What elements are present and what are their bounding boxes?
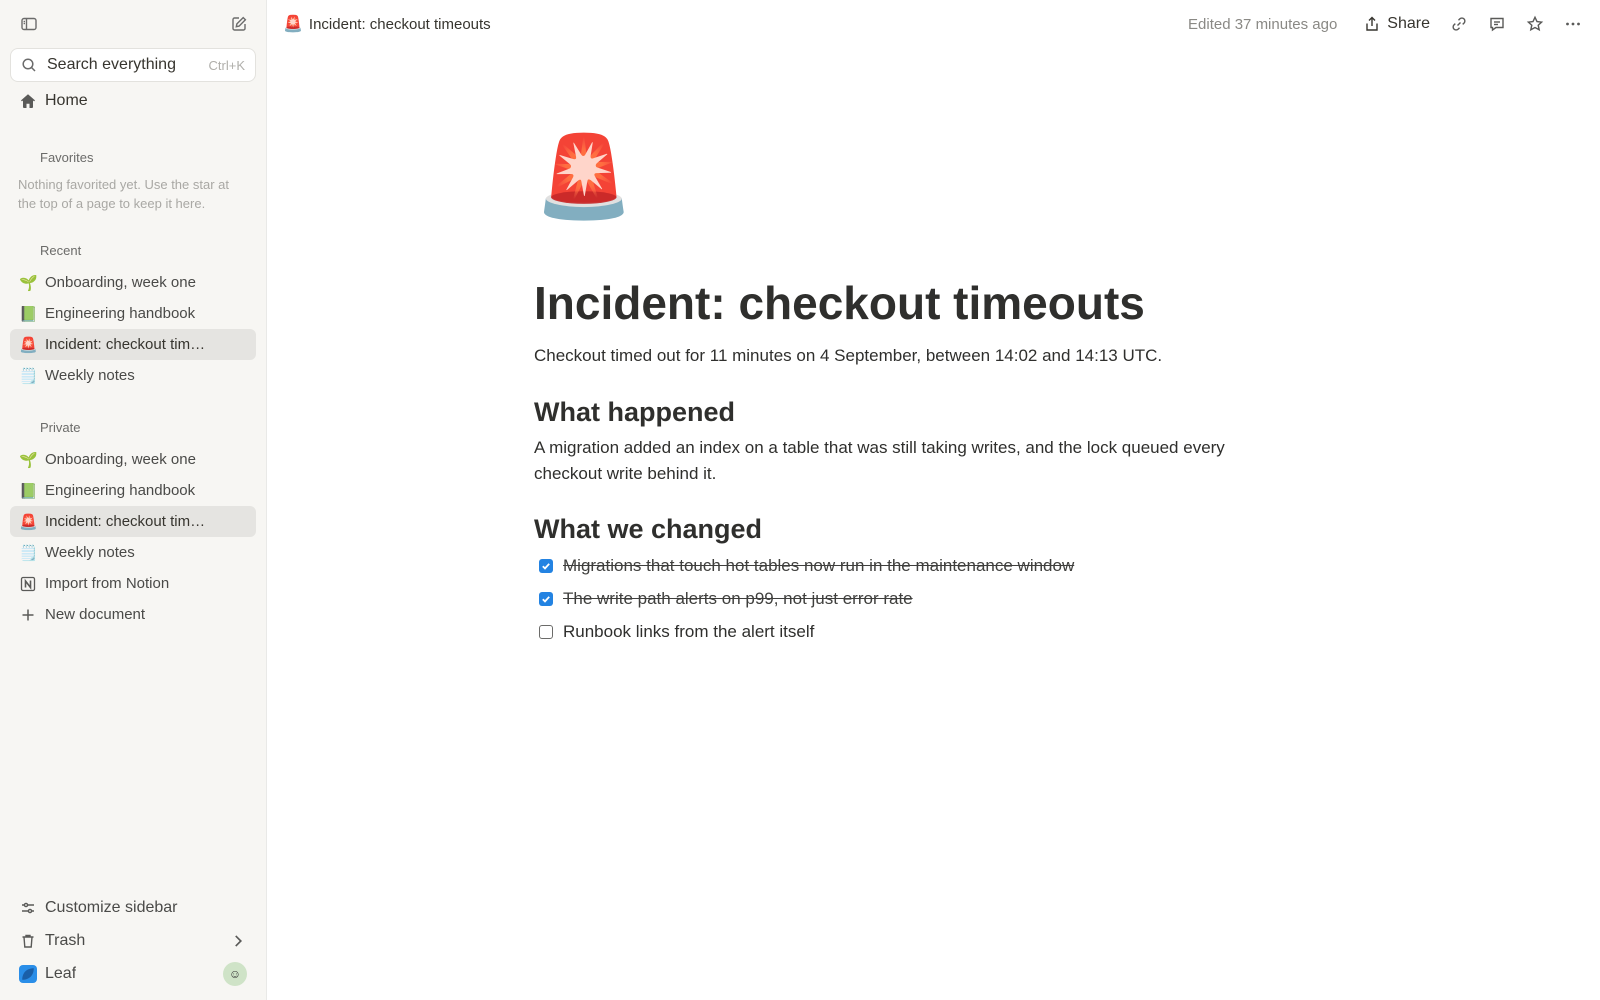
siren-icon: 🚨 <box>283 16 303 33</box>
share-button[interactable]: Share <box>1357 15 1436 33</box>
customize-sidebar-button[interactable]: Customize sidebar <box>10 891 256 924</box>
sidebar-item-weekly-notes[interactable]: 🗒️ Weekly notes <box>10 360 256 391</box>
share-icon <box>1366 16 1378 31</box>
sidebar: Search everything Ctrl+K Home Favorites … <box>0 0 267 1000</box>
home-icon <box>21 93 35 108</box>
avatar[interactable]: ☺ <box>223 961 247 986</box>
sidebar-item-label: Home <box>45 91 88 109</box>
search-icon <box>22 58 36 72</box>
new-document-button[interactable]: New document <box>10 599 256 630</box>
workspace-label: Leaf <box>45 964 77 982</box>
checkbox-checked[interactable] <box>539 592 553 606</box>
sidebar-item-label: Incident: checkout tim… <box>45 336 206 353</box>
main-content: 🚨 Incident: checkout timeouts Edited 37 … <box>267 0 1600 1000</box>
sidebar-item-weekly-notes[interactable]: 🗒️ Weekly notes <box>10 537 256 568</box>
notion-icon <box>20 576 36 591</box>
notepad-icon: 🗒️ <box>19 367 38 385</box>
what-happened-paragraph[interactable]: A migration added an index on a table th… <box>534 435 1274 487</box>
star-icon[interactable] <box>1520 9 1550 39</box>
sidebar-item-label: Onboarding, week one <box>45 274 196 291</box>
sidebar-item-label: Incident: checkout tim… <box>45 513 206 530</box>
notepad-icon: 🗒️ <box>19 544 38 562</box>
breadcrumb[interactable]: 🚨 Incident: checkout timeouts <box>283 14 491 34</box>
siren-icon: 🚨 <box>19 336 38 354</box>
link-icon[interactable] <box>1444 9 1474 39</box>
heading-what-happened[interactable]: What happened <box>534 397 735 428</box>
seedling-icon: 🌱 <box>19 451 38 469</box>
favorites-empty-hint: Nothing favorited yet. Use the star at t… <box>18 177 229 211</box>
more-options-icon[interactable] <box>1558 9 1588 39</box>
seedling-icon: 🌱 <box>19 274 38 292</box>
recent-section-title: Recent <box>40 242 82 258</box>
green-book-icon: 📗 <box>19 305 38 323</box>
import-label: Import from Notion <box>45 575 170 592</box>
checkbox-checked[interactable] <box>539 559 553 573</box>
new-page-icon[interactable] <box>226 11 252 37</box>
sidebar-item-label: Engineering handbook <box>45 305 196 322</box>
sidebar-item-onboarding[interactable]: 🌱 Onboarding, week one <box>10 444 256 475</box>
toggle-sidebar-icon[interactable] <box>16 11 42 37</box>
leaf-logo-icon <box>19 964 37 983</box>
trash-button[interactable]: Trash <box>10 924 256 957</box>
sidebar-footer: Customize sidebar Trash Leaf ☺ <box>0 891 266 990</box>
sliders-icon <box>22 902 34 913</box>
sidebar-item-label: Weekly notes <box>45 367 135 384</box>
topbar: 🚨 Incident: checkout timeouts Edited 37 … <box>267 0 1600 48</box>
edited-timestamp: Edited 37 minutes ago <box>1188 15 1338 33</box>
trash-icon <box>22 934 34 948</box>
trash-label: Trash <box>45 931 86 949</box>
plus-icon <box>22 609 34 620</box>
todo-text[interactable]: The write path alerts on p99, not just e… <box>563 589 913 609</box>
new-document-label: New document <box>45 606 146 623</box>
check-icon <box>542 563 550 570</box>
checkbox-unchecked[interactable] <box>539 625 553 639</box>
todo-item: Migrations that touch hot tables now run… <box>534 556 1074 576</box>
import-from-notion-button[interactable]: Import from Notion <box>10 568 256 599</box>
workspace-switcher[interactable]: Leaf ☺ <box>10 957 256 990</box>
sidebar-item-label: Onboarding, week one <box>45 451 196 468</box>
search-shortcut: Ctrl+K <box>208 57 245 73</box>
todo-item: Runbook links from the alert itself <box>534 622 814 642</box>
sidebar-item-incident[interactable]: 🚨 Incident: checkout tim… <box>10 506 256 537</box>
sidebar-item-label: Engineering handbook <box>45 482 196 499</box>
todo-text[interactable]: Runbook links from the alert itself <box>563 622 814 642</box>
lead-paragraph[interactable]: Checkout timed out for 11 minutes on 4 S… <box>534 346 1162 366</box>
page-title[interactable]: Incident: checkout timeouts <box>534 276 1145 330</box>
sidebar-item-onboarding[interactable]: 🌱 Onboarding, week one <box>10 267 256 298</box>
search-input[interactable]: Search everything Ctrl+K <box>10 48 256 82</box>
sidebar-item-incident[interactable]: 🚨 Incident: checkout tim… <box>10 329 256 360</box>
search-label: Search everything <box>47 56 176 73</box>
siren-icon: 🚨 <box>19 513 38 531</box>
check-icon <box>542 596 550 603</box>
heading-what-we-changed[interactable]: What we changed <box>534 514 762 545</box>
green-book-icon: 📗 <box>19 482 38 500</box>
page-icon-siren[interactable]: 🚨 <box>534 137 634 217</box>
sidebar-item-engineering-handbook[interactable]: 📗 Engineering handbook <box>10 298 256 329</box>
todo-item: The write path alerts on p99, not just e… <box>534 589 913 609</box>
sidebar-item-label: Weekly notes <box>45 544 135 561</box>
customize-label: Customize sidebar <box>45 898 178 916</box>
private-section-title: Private <box>40 419 81 435</box>
breadcrumb-title: Incident: checkout timeouts <box>308 15 491 33</box>
chevron-right-icon[interactable] <box>229 932 247 950</box>
favorites-section-title: Favorites <box>40 149 94 165</box>
sidebar-item-home[interactable]: Home <box>10 85 256 116</box>
sidebar-header <box>0 0 266 48</box>
sidebar-item-engineering-handbook[interactable]: 📗 Engineering handbook <box>10 475 256 506</box>
todo-text[interactable]: Migrations that touch hot tables now run… <box>563 556 1074 576</box>
topbar-actions: Edited 37 minutes ago Share <box>1188 9 1588 39</box>
comment-icon[interactable] <box>1482 9 1512 39</box>
share-label: Share <box>1387 15 1430 32</box>
